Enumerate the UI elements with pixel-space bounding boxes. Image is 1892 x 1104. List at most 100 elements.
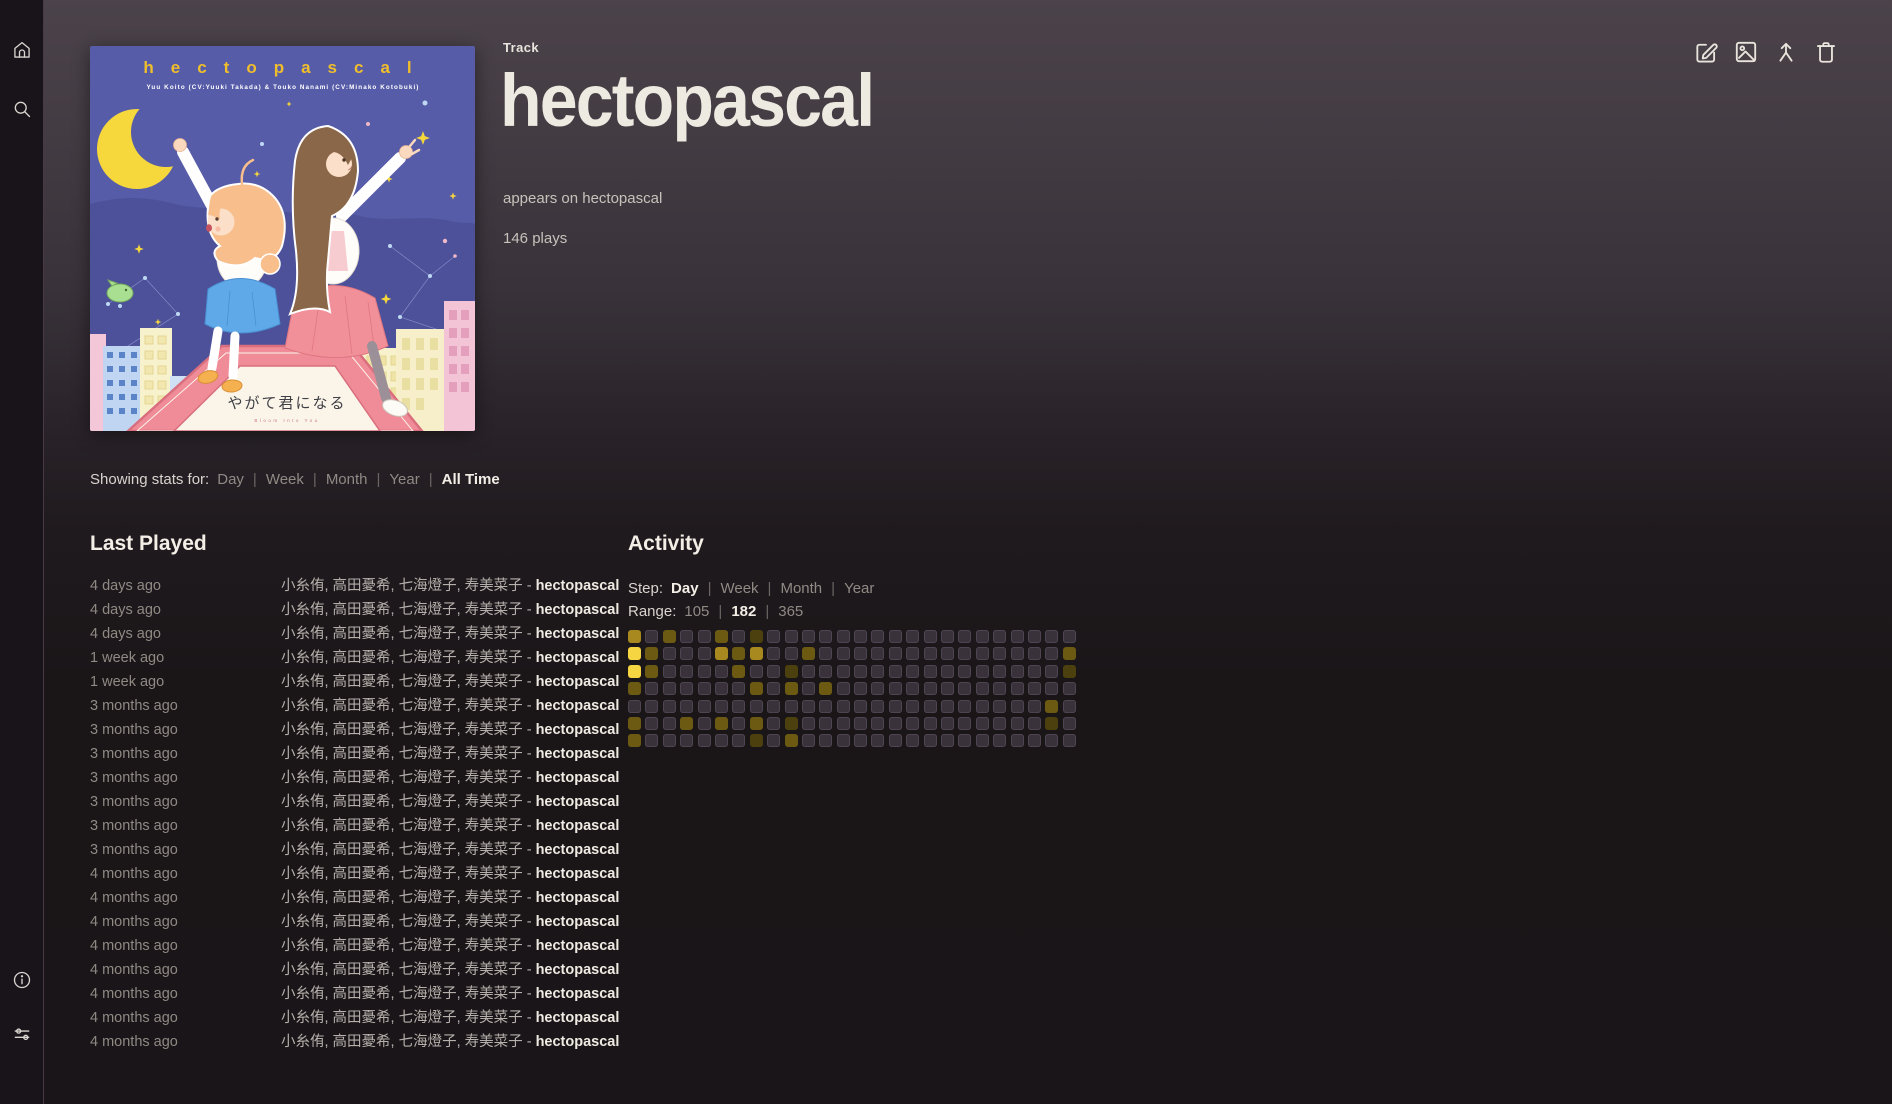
heatmap-cell[interactable] <box>924 717 937 730</box>
range-option-365[interactable]: 365 <box>778 603 803 620</box>
track-link[interactable]: hectopascal <box>536 818 620 834</box>
heatmap-cell[interactable] <box>663 665 676 678</box>
heatmap-cell[interactable] <box>645 682 658 695</box>
heatmap-cell[interactable] <box>645 717 658 730</box>
heatmap-cell[interactable] <box>680 665 693 678</box>
heatmap-cell[interactable] <box>854 717 867 730</box>
artist-links[interactable]: 小糸侑, 高田憂希, 七海燈子, 寿美菜子 <box>281 698 523 714</box>
artist-links[interactable]: 小糸侑, 高田憂希, 七海燈子, 寿美菜子 <box>281 986 523 1002</box>
heatmap-cell[interactable] <box>663 682 676 695</box>
merge-button[interactable] <box>1772 40 1800 68</box>
heatmap-cell[interactable] <box>698 682 711 695</box>
heatmap-cell[interactable] <box>854 665 867 678</box>
track-link[interactable]: hectopascal <box>536 650 620 666</box>
heatmap-cell[interactable] <box>854 700 867 713</box>
heatmap-cell[interactable] <box>1045 682 1058 695</box>
artist-links[interactable]: 小糸侑, 高田憂希, 七海燈子, 寿美菜子 <box>281 794 523 810</box>
heatmap-cell[interactable] <box>976 682 989 695</box>
heatmap-cell[interactable] <box>906 665 919 678</box>
heatmap-cell[interactable] <box>906 717 919 730</box>
heatmap-cell[interactable] <box>645 630 658 643</box>
stats-option-week[interactable]: Week <box>266 471 304 488</box>
heatmap-cell[interactable] <box>958 630 971 643</box>
heatmap-cell[interactable] <box>837 682 850 695</box>
heatmap-cell[interactable] <box>628 682 641 695</box>
heatmap-cell[interactable] <box>819 630 832 643</box>
range-option-105[interactable]: 105 <box>684 603 709 620</box>
heatmap-cell[interactable] <box>924 734 937 747</box>
track-link[interactable]: hectopascal <box>536 938 620 954</box>
track-link[interactable]: hectopascal <box>536 578 620 594</box>
heatmap-cell[interactable] <box>785 734 798 747</box>
stats-option-day[interactable]: Day <box>217 471 244 488</box>
heatmap-cell[interactable] <box>698 647 711 660</box>
heatmap-cell[interactable] <box>993 665 1006 678</box>
heatmap-cell[interactable] <box>785 665 798 678</box>
heatmap-cell[interactable] <box>924 665 937 678</box>
track-link[interactable]: hectopascal <box>536 602 620 618</box>
heatmap-cell[interactable] <box>1028 647 1041 660</box>
sidebar-item-home[interactable] <box>0 30 43 74</box>
heatmap-cell[interactable] <box>645 734 658 747</box>
heatmap-cell[interactable] <box>645 647 658 660</box>
heatmap-cell[interactable] <box>941 630 954 643</box>
heatmap-cell[interactable] <box>680 630 693 643</box>
heatmap-cell[interactable] <box>976 630 989 643</box>
heatmap-cell[interactable] <box>958 647 971 660</box>
heatmap-cell[interactable] <box>1011 682 1024 695</box>
heatmap-cell[interactable] <box>785 647 798 660</box>
heatmap-cell[interactable] <box>1063 700 1076 713</box>
heatmap-cell[interactable] <box>1028 734 1041 747</box>
heatmap-cell[interactable] <box>663 717 676 730</box>
heatmap-cell[interactable] <box>854 630 867 643</box>
heatmap-cell[interactable] <box>1011 647 1024 660</box>
heatmap-cell[interactable] <box>837 700 850 713</box>
heatmap-cell[interactable] <box>802 665 815 678</box>
heatmap-cell[interactable] <box>1045 734 1058 747</box>
heatmap-cell[interactable] <box>698 717 711 730</box>
heatmap-cell[interactable] <box>837 647 850 660</box>
heatmap-cell[interactable] <box>976 734 989 747</box>
appears-on-album-link[interactable]: hectopascal <box>582 190 662 207</box>
artist-links[interactable]: 小糸侑, 高田憂希, 七海燈子, 寿美菜子 <box>281 938 523 954</box>
heatmap-cell[interactable] <box>732 734 745 747</box>
heatmap-cell[interactable] <box>1063 734 1076 747</box>
heatmap-cell[interactable] <box>698 630 711 643</box>
heatmap-cell[interactable] <box>715 665 728 678</box>
heatmap-cell[interactable] <box>941 700 954 713</box>
heatmap-cell[interactable] <box>628 647 641 660</box>
heatmap-cell[interactable] <box>732 717 745 730</box>
heatmap-cell[interactable] <box>819 665 832 678</box>
heatmap-cell[interactable] <box>871 717 884 730</box>
heatmap-cell[interactable] <box>958 700 971 713</box>
heatmap-cell[interactable] <box>976 700 989 713</box>
heatmap-cell[interactable] <box>680 682 693 695</box>
step-option-month[interactable]: Month <box>780 580 822 597</box>
heatmap-cell[interactable] <box>889 665 902 678</box>
heatmap-cell[interactable] <box>1028 717 1041 730</box>
heatmap-cell[interactable] <box>958 734 971 747</box>
heatmap-cell[interactable] <box>819 734 832 747</box>
track-link[interactable]: hectopascal <box>536 986 620 1002</box>
heatmap-cell[interactable] <box>715 700 728 713</box>
heatmap-cell[interactable] <box>645 700 658 713</box>
heatmap-cell[interactable] <box>628 717 641 730</box>
track-link[interactable]: hectopascal <box>536 746 620 762</box>
heatmap-cell[interactable] <box>1028 630 1041 643</box>
artist-links[interactable]: 小糸侑, 高田憂希, 七海燈子, 寿美菜子 <box>281 818 523 834</box>
heatmap-cell[interactable] <box>1063 682 1076 695</box>
heatmap-cell[interactable] <box>941 734 954 747</box>
heatmap-cell[interactable] <box>906 682 919 695</box>
stats-option-month[interactable]: Month <box>326 471 368 488</box>
track-link[interactable]: hectopascal <box>536 842 620 858</box>
heatmap-cell[interactable] <box>924 630 937 643</box>
heatmap-cell[interactable] <box>785 630 798 643</box>
artist-links[interactable]: 小糸侑, 高田憂希, 七海燈子, 寿美菜子 <box>281 602 523 618</box>
sidebar-item-settings[interactable] <box>0 1014 43 1058</box>
track-link[interactable]: hectopascal <box>536 866 620 882</box>
heatmap-cell[interactable] <box>941 665 954 678</box>
heatmap-cell[interactable] <box>1063 630 1076 643</box>
heatmap-cell[interactable] <box>785 682 798 695</box>
heatmap-cell[interactable] <box>663 647 676 660</box>
artist-links[interactable]: 小糸侑, 高田憂希, 七海燈子, 寿美菜子 <box>281 1010 523 1026</box>
